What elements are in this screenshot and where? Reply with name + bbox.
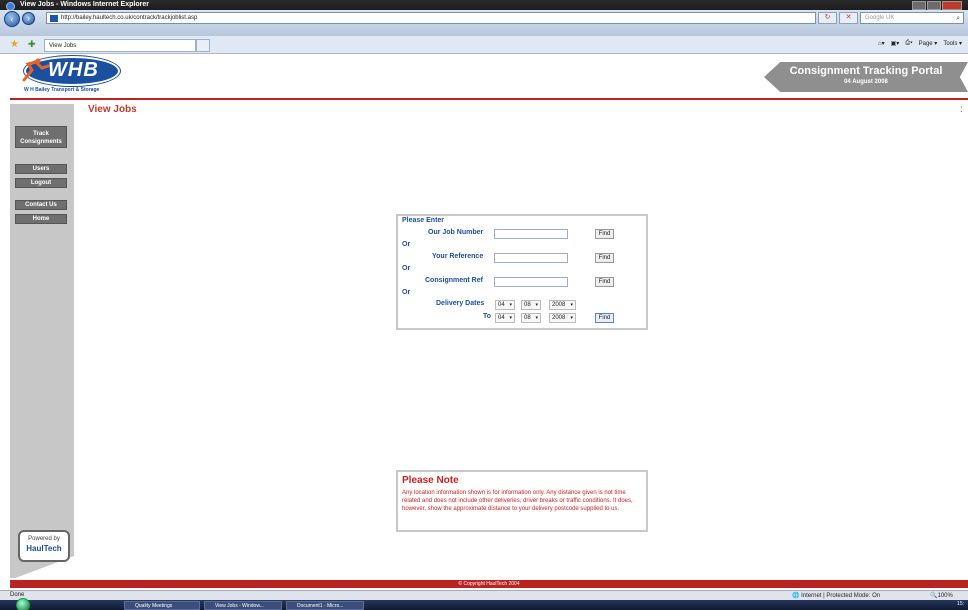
close-button[interactable] xyxy=(942,1,962,10)
favorites-star-icon[interactable]: ★ xyxy=(10,39,19,50)
forward-arrow-icon[interactable]: › xyxy=(22,12,35,25)
add-favorites-icon[interactable]: ✚ xyxy=(28,39,36,50)
job-search-form: Please Enter Our Job Number Find Or Your… xyxy=(396,214,648,330)
find-job-number-button[interactable]: Find xyxy=(595,229,614,239)
or-label: Or xyxy=(402,289,411,296)
from-year-select[interactable]: 2008 ▾ xyxy=(549,300,576,310)
job-number-label: Our Job Number xyxy=(428,229,484,236)
window-title: View Jobs - Windows Internet Explorer xyxy=(20,1,149,8)
sidebar-item-contact-us[interactable]: Contact Us xyxy=(15,200,67,210)
copyright-footer: © Copyright HaulTech 2004 xyxy=(10,580,968,588)
to-year-select[interactable]: 2008 ▾ xyxy=(549,313,576,323)
tab-view-jobs[interactable]: View Jobs xyxy=(44,39,196,52)
taskbar: Quality Meetings View Jobs - Window... D… xyxy=(0,598,968,610)
address-bar[interactable]: http://bailey.haultech.co.uk/contrack/tr… xyxy=(46,12,816,24)
tab-label: View Jobs xyxy=(49,43,77,49)
corner-mark: : xyxy=(960,104,963,115)
print-icon[interactable]: ⎙▾ xyxy=(905,40,912,47)
to-label: To xyxy=(483,313,492,320)
tab-bar: ★ ✚ View Jobs ⌂▾ ▣▾ ⎙▾ Page ▾ Tools ▾ xyxy=(0,36,968,54)
tools-menu[interactable]: Tools ▾ xyxy=(943,40,962,47)
delivery-dates-label: Delivery Dates xyxy=(436,300,485,307)
powered-by-badge[interactable]: Powered by HaulTech xyxy=(18,530,70,562)
zoom-level[interactable]: 🔍100% xyxy=(930,592,953,599)
site-favicon xyxy=(50,15,58,22)
browser-navbar: ‹ › http://bailey.haultech.co.uk/contrac… xyxy=(0,10,968,36)
logo-subtitle: W H Bailey Transport & Storage xyxy=(24,87,100,93)
status-bar: Done 🌐 Internet | Protected Mode: On 🔍10… xyxy=(0,590,968,600)
sidebar xyxy=(10,104,74,578)
page-menu[interactable]: Page ▾ xyxy=(919,40,938,47)
clock[interactable]: 15: xyxy=(957,601,964,607)
reference-label: Your Reference xyxy=(432,253,484,260)
sidebar-item-users[interactable]: Users xyxy=(15,164,67,174)
consignment-ref-field[interactable] xyxy=(494,277,568,287)
logo-text: WHB xyxy=(48,59,99,81)
security-zone[interactable]: 🌐 Internet | Protected Mode: On xyxy=(792,592,880,599)
back-arrow-icon[interactable]: ‹ xyxy=(4,11,20,27)
sidebar-item-home[interactable]: Home xyxy=(15,214,67,224)
address-text: http://bailey.haultech.co.uk/contrack/tr… xyxy=(61,15,198,21)
from-month-select[interactable]: 08 ▾ xyxy=(521,300,541,310)
find-dates-button[interactable]: Find xyxy=(595,313,614,323)
page-content: WHB W H Bailey Transport & Storage Consi… xyxy=(10,54,968,590)
please-note-panel: Please Note Any location information sho… xyxy=(396,470,648,532)
taskbar-item[interactable]: View Jobs - Window... xyxy=(204,601,282,610)
runner-logo-icon xyxy=(22,58,50,82)
stop-icon[interactable]: ✕ xyxy=(839,12,858,24)
address-tools: ↻ ✕ xyxy=(818,12,858,24)
taskbar-item[interactable]: Quality Meetings xyxy=(124,601,200,610)
portal-date: 04 August 2008 xyxy=(844,79,888,85)
sidebar-item-track-consignments[interactable]: Track Consignments xyxy=(15,126,67,148)
note-text: Any location information shown is for in… xyxy=(402,490,633,512)
reference-field[interactable] xyxy=(494,253,568,263)
portal-title: Consignment Tracking Portal xyxy=(789,65,943,77)
find-reference-button[interactable]: Find xyxy=(595,253,614,263)
home-icon[interactable]: ⌂▾ xyxy=(878,40,885,47)
to-month-select[interactable]: 08 ▾ xyxy=(521,313,541,323)
taskbar-item[interactable]: Document1 - Micro... xyxy=(286,601,364,610)
search-input[interactable]: Google UK ⌕ xyxy=(860,12,964,24)
refresh-icon[interactable]: ↻ xyxy=(818,12,837,24)
minimize-button[interactable] xyxy=(912,1,926,10)
powered-by-label: Powered by xyxy=(28,536,60,542)
from-day-select[interactable]: 04 ▾ xyxy=(495,300,515,310)
command-bar: ⌂▾ ▣▾ ⎙▾ Page ▾ Tools ▾ xyxy=(878,40,962,47)
note-title: Please Note xyxy=(402,475,459,486)
feeds-icon[interactable]: ▣▾ xyxy=(891,40,900,47)
haultech-logo: HaulTech xyxy=(26,544,62,553)
maximize-button[interactable] xyxy=(927,1,941,10)
new-tab-button[interactable] xyxy=(196,39,210,52)
or-label: Or xyxy=(402,265,411,272)
header-divider xyxy=(10,98,968,100)
job-number-field[interactable] xyxy=(494,229,568,239)
page-title: View Jobs xyxy=(88,104,137,115)
search-icon[interactable]: ⌕ xyxy=(956,13,960,24)
consignment-ref-label: Consignment Ref xyxy=(425,277,483,284)
sidebar-item-logout[interactable]: Logout xyxy=(15,178,67,188)
form-heading: Please Enter xyxy=(402,217,445,224)
search-placeholder: Google UK xyxy=(865,15,895,21)
start-button[interactable] xyxy=(16,598,30,610)
find-consignment-button[interactable]: Find xyxy=(595,277,614,287)
portal-banner: Consignment Tracking Portal 04 August 20… xyxy=(764,62,968,92)
to-day-select[interactable]: 04 ▾ xyxy=(495,313,515,323)
or-label: Or xyxy=(402,241,411,248)
